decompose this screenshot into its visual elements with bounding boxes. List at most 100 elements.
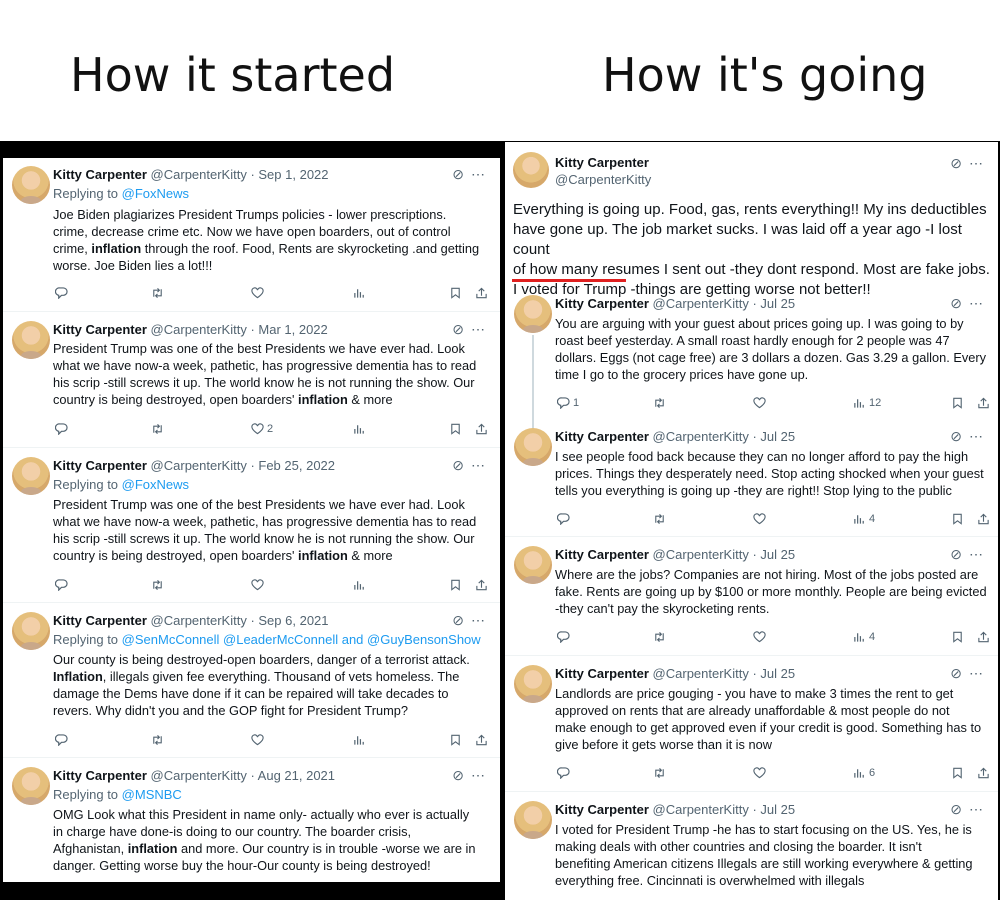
author-meta[interactable]: @CarpenterKitty · Mar 1, 2022: [151, 322, 328, 337]
tweet[interactable]: Kitty Carpenter @CarpenterKitty · Sep 1,…: [3, 158, 500, 312]
avatar[interactable]: [12, 457, 50, 495]
heart-icon[interactable]: [753, 628, 766, 643]
retweet-icon[interactable]: [653, 510, 666, 525]
more-icon[interactable]: ⋯: [969, 665, 984, 682]
grok-icon[interactable]: ⊘: [950, 665, 962, 682]
avatar[interactable]: [12, 612, 50, 650]
author-name[interactable]: Kitty Carpenter: [53, 613, 147, 628]
reply-icon[interactable]: [557, 764, 570, 779]
views-icon[interactable]: [353, 284, 366, 299]
author-meta[interactable]: @CarpenterKitty · Jul 25: [653, 666, 796, 681]
replying-link[interactable]: @FoxNews: [122, 186, 189, 201]
reply-icon[interactable]: [557, 510, 570, 525]
retweet-icon[interactable]: [653, 764, 666, 779]
retweet-icon[interactable]: [653, 394, 666, 409]
views-icon[interactable]: 12: [853, 394, 881, 409]
avatar[interactable]: [12, 321, 50, 359]
grok-icon[interactable]: ⊘: [950, 546, 962, 563]
main-tweet[interactable]: Kitty Carpenter @CarpenterKitty ⊘ ⋯ Every…: [505, 142, 998, 298]
avatar[interactable]: [514, 546, 552, 584]
reply-tweet[interactable]: Kitty Carpenter @CarpenterKitty · Jul 25…: [505, 793, 998, 900]
author-meta[interactable]: @CarpenterKitty · Jul 25: [653, 802, 796, 817]
grok-icon[interactable]: ⊘: [950, 428, 962, 445]
author-name[interactable]: Kitty Carpenter: [555, 547, 649, 562]
grok-icon[interactable]: ⊘: [452, 166, 464, 183]
bookmark-icon[interactable]: [449, 576, 462, 591]
heart-icon[interactable]: [753, 764, 766, 779]
bookmark-icon[interactable]: [449, 284, 462, 299]
heart-icon[interactable]: 2: [251, 420, 273, 435]
views-icon[interactable]: 4: [853, 628, 875, 643]
retweet-icon[interactable]: [151, 284, 164, 299]
reply-tweet[interactable]: Kitty Carpenter @CarpenterKitty · Jul 25…: [505, 420, 998, 537]
share-icon[interactable]: [977, 394, 990, 409]
grok-icon[interactable]: ⊘: [452, 321, 464, 338]
grok-icon[interactable]: ⊘: [950, 155, 962, 172]
bookmark-icon[interactable]: [951, 764, 964, 779]
replying-link[interactable]: @FoxNews: [122, 477, 189, 492]
author-name[interactable]: Kitty Carpenter: [53, 167, 147, 182]
views-icon[interactable]: [353, 731, 366, 746]
retweet-icon[interactable]: [151, 576, 164, 591]
more-icon[interactable]: ⋯: [969, 428, 984, 445]
author-meta[interactable]: @CarpenterKitty · Jul 25: [653, 296, 796, 311]
more-icon[interactable]: ⋯: [471, 612, 486, 629]
author-name[interactable]: Kitty Carpenter: [555, 666, 649, 681]
reply-icon[interactable]: [55, 420, 68, 435]
bookmark-icon[interactable]: [951, 510, 964, 525]
more-icon[interactable]: ⋯: [471, 166, 486, 183]
retweet-icon[interactable]: [653, 628, 666, 643]
bookmark-icon[interactable]: [951, 628, 964, 643]
author-handle[interactable]: @CarpenterKitty: [555, 172, 651, 187]
more-icon[interactable]: ⋯: [969, 295, 984, 312]
heart-icon[interactable]: [251, 576, 264, 591]
reply-icon[interactable]: [55, 731, 68, 746]
more-icon[interactable]: ⋯: [969, 546, 984, 563]
avatar[interactable]: [12, 767, 50, 805]
retweet-icon[interactable]: [151, 420, 164, 435]
reply-tweet[interactable]: Kitty Carpenter @CarpenterKitty · Jul 25…: [505, 657, 998, 792]
share-icon[interactable]: [977, 510, 990, 525]
more-icon[interactable]: ⋯: [969, 155, 984, 172]
share-icon[interactable]: [475, 731, 488, 746]
share-icon[interactable]: [977, 764, 990, 779]
tweet[interactable]: Kitty Carpenter @CarpenterKitty · Sep 6,…: [3, 604, 500, 758]
author-name[interactable]: Kitty Carpenter: [53, 768, 147, 783]
grok-icon[interactable]: ⊘: [452, 457, 464, 474]
replying-link[interactable]: @SenMcConnell @LeaderMcConnell and @GuyB…: [122, 632, 481, 647]
avatar[interactable]: [12, 166, 50, 204]
views-icon[interactable]: [353, 420, 366, 435]
reply-tweet[interactable]: Kitty Carpenter @CarpenterKitty · Jul 25…: [505, 538, 998, 656]
author-name[interactable]: Kitty Carpenter: [555, 155, 649, 170]
tweet[interactable]: Kitty Carpenter @CarpenterKitty · Feb 25…: [3, 449, 500, 603]
tweet[interactable]: Kitty Carpenter @CarpenterKitty · Mar 1,…: [3, 313, 500, 448]
tweet[interactable]: Kitty Carpenter @CarpenterKitty · Aug 21…: [3, 759, 500, 882]
bookmark-icon[interactable]: [449, 420, 462, 435]
author-name[interactable]: Kitty Carpenter: [555, 802, 649, 817]
views-icon[interactable]: 4: [853, 510, 875, 525]
reply-icon[interactable]: [557, 628, 570, 643]
reply-icon[interactable]: [55, 284, 68, 299]
author-meta[interactable]: @CarpenterKitty · Feb 25, 2022: [151, 458, 335, 473]
replying-link[interactable]: @MSNBC: [122, 787, 182, 802]
heart-icon[interactable]: [251, 284, 264, 299]
reply-tweet[interactable]: Kitty Carpenter @CarpenterKitty · Jul 25…: [505, 287, 998, 430]
author-name[interactable]: Kitty Carpenter: [53, 458, 147, 473]
more-icon[interactable]: ⋯: [969, 801, 984, 818]
share-icon[interactable]: [475, 420, 488, 435]
heart-icon[interactable]: [753, 510, 766, 525]
more-icon[interactable]: ⋯: [471, 767, 486, 784]
bookmark-icon[interactable]: [449, 731, 462, 746]
author-name[interactable]: Kitty Carpenter: [555, 429, 649, 444]
views-icon[interactable]: 6: [853, 764, 875, 779]
reply-icon[interactable]: [55, 576, 68, 591]
heart-icon[interactable]: [753, 394, 766, 409]
author-meta[interactable]: @CarpenterKitty · Sep 1, 2022: [151, 167, 329, 182]
avatar[interactable]: [513, 152, 549, 188]
author-meta[interactable]: @CarpenterKitty · Aug 21, 2021: [151, 768, 335, 783]
retweet-icon[interactable]: [151, 731, 164, 746]
author-meta[interactable]: @CarpenterKitty · Sep 6, 2021: [151, 613, 329, 628]
author-meta[interactable]: @CarpenterKitty · Jul 25: [653, 547, 796, 562]
more-icon[interactable]: ⋯: [471, 321, 486, 338]
share-icon[interactable]: [475, 284, 488, 299]
